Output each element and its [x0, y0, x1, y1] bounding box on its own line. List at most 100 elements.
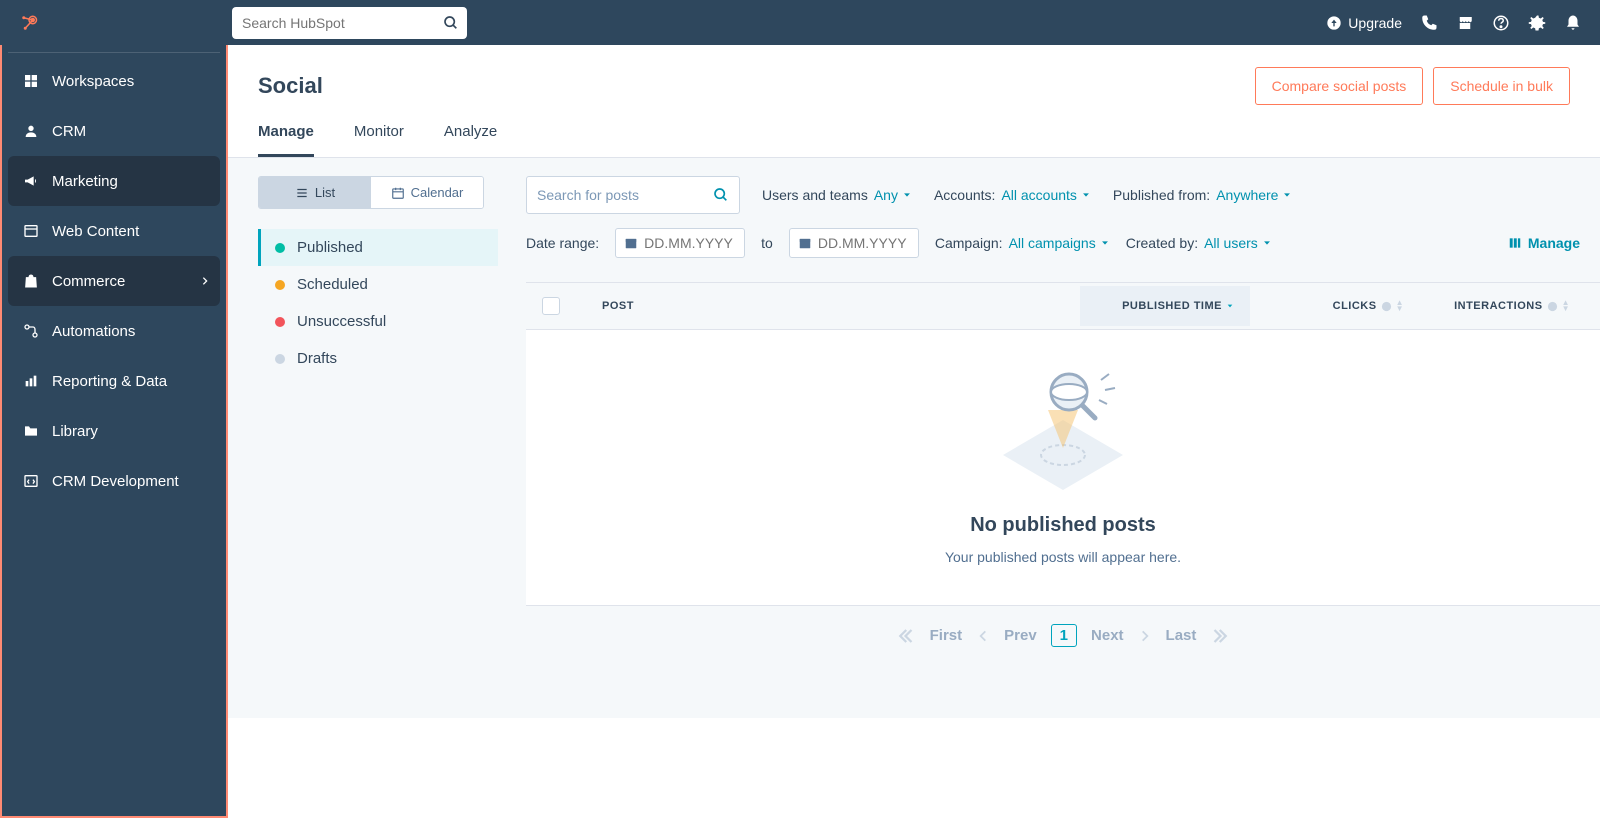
created-by-dropdown[interactable]: All users — [1204, 235, 1272, 251]
gear-icon[interactable] — [1528, 14, 1546, 32]
created-by-label: Created by: — [1126, 235, 1198, 251]
sort-down-icon — [1226, 302, 1234, 310]
sidebar-item-label: Automations — [52, 323, 135, 340]
sidebar-item-automations[interactable]: Automations — [8, 306, 220, 356]
upgrade-icon — [1326, 15, 1342, 31]
pager-next[interactable]: Next — [1091, 627, 1124, 644]
page-title: Social — [258, 73, 323, 99]
first-double-chevron-icon[interactable] — [898, 627, 916, 645]
pager-last[interactable]: Last — [1166, 627, 1197, 644]
calendar-icon — [624, 236, 638, 250]
topbar: Upgrade — [0, 0, 1600, 45]
prev-chevron-icon[interactable] — [976, 629, 990, 643]
status-dot-icon — [275, 280, 285, 290]
topbar-right: Upgrade — [1326, 14, 1600, 32]
view-toggle: List Calendar — [258, 176, 484, 209]
tab-monitor[interactable]: Monitor — [354, 123, 404, 157]
status-label: Published — [297, 239, 363, 256]
folder-icon — [22, 422, 40, 440]
hubspot-logo-icon[interactable] — [20, 14, 38, 32]
status-label: Drafts — [297, 350, 337, 367]
tab-manage[interactable]: Manage — [258, 123, 314, 157]
status-unsuccessful[interactable]: Unsuccessful — [258, 303, 498, 340]
sidebar-item-crm[interactable]: CRM — [8, 106, 220, 156]
sidebar-item-label: Marketing — [52, 173, 118, 190]
status-drafts[interactable]: Drafts — [258, 340, 498, 377]
marketplace-icon[interactable] — [1456, 14, 1474, 32]
col-published-time[interactable]: PUBLISHED TIME — [1080, 286, 1250, 326]
tab-analyze[interactable]: Analyze — [444, 123, 497, 157]
phone-icon[interactable] — [1420, 14, 1438, 32]
bag-icon — [22, 272, 40, 290]
logo-slot — [0, 14, 228, 32]
post-search[interactable] — [526, 176, 740, 214]
date-to-field[interactable] — [818, 235, 910, 251]
pager-prev[interactable]: Prev — [1004, 627, 1037, 644]
date-from-field[interactable] — [644, 235, 736, 251]
pager-current[interactable]: 1 — [1051, 624, 1077, 647]
campaign-dropdown[interactable]: All campaigns — [1009, 235, 1110, 251]
columns-icon — [1508, 236, 1522, 250]
pager-first[interactable]: First — [930, 627, 963, 644]
upgrade-button[interactable]: Upgrade — [1326, 15, 1402, 31]
calendar-icon — [798, 236, 812, 250]
chart-icon — [22, 372, 40, 390]
sidebar-item-reporting[interactable]: Reporting & Data — [8, 356, 220, 406]
flow-icon — [22, 322, 40, 340]
view-calendar-button[interactable]: Calendar — [371, 177, 483, 208]
calendar-icon — [391, 186, 405, 200]
post-search-input[interactable] — [527, 187, 739, 203]
info-icon — [1547, 301, 1558, 312]
bell-icon[interactable] — [1564, 14, 1582, 32]
view-list-button[interactable]: List — [259, 177, 371, 208]
users-teams-dropdown[interactable]: Any — [874, 187, 912, 203]
help-icon[interactable] — [1492, 14, 1510, 32]
date-from-input[interactable] — [615, 228, 745, 258]
grid-icon — [22, 72, 40, 90]
sort-icon: ▲▼ — [1396, 300, 1404, 312]
sidebar-item-web-content[interactable]: Web Content — [8, 206, 220, 256]
pagination: First Prev 1 Next Last — [526, 606, 1600, 665]
global-search-input[interactable] — [232, 15, 467, 31]
empty-subtext: Your published posts will appear here. — [526, 549, 1600, 565]
sidebar-item-label: CRM — [52, 123, 86, 140]
global-search[interactable] — [232, 7, 467, 39]
sidebar-item-commerce[interactable]: Commerce — [8, 256, 220, 306]
status-published[interactable]: Published — [258, 229, 498, 266]
col-post[interactable]: POST — [586, 286, 1080, 326]
sort-icon: ▲▼ — [1562, 300, 1570, 312]
schedule-bulk-button[interactable]: Schedule in bulk — [1433, 67, 1570, 105]
sidebar-item-crm-dev[interactable]: CRM Development — [8, 456, 220, 506]
status-scheduled[interactable]: Scheduled — [258, 266, 498, 303]
sidebar-item-marketing[interactable]: Marketing — [8, 156, 220, 206]
accounts-dropdown[interactable]: All accounts — [1001, 187, 1090, 203]
col-interactions[interactable]: INTERACTIONS ▲▼ — [1420, 286, 1600, 326]
empty-illustration-icon — [993, 360, 1133, 490]
upgrade-label: Upgrade — [1348, 15, 1402, 31]
sidebar-item-library[interactable]: Library — [8, 406, 220, 456]
campaign-label: Campaign: — [935, 235, 1003, 251]
view-calendar-label: Calendar — [411, 185, 464, 200]
sidebar-item-workspaces[interactable]: Workspaces — [8, 56, 220, 106]
info-icon — [1381, 301, 1392, 312]
search-icon — [713, 187, 729, 203]
sidebar-item-label: CRM Development — [52, 473, 179, 490]
published-from-dropdown[interactable]: Anywhere — [1216, 187, 1292, 203]
compare-posts-button[interactable]: Compare social posts — [1255, 67, 1424, 105]
sidebar-item-label: Library — [52, 423, 98, 440]
last-double-chevron-icon[interactable] — [1210, 627, 1228, 645]
search-icon — [443, 15, 459, 31]
next-chevron-icon[interactable] — [1138, 629, 1152, 643]
sidebar-item-label: Workspaces — [52, 73, 134, 90]
empty-heading: No published posts — [526, 514, 1600, 537]
sidebar-item-label: Reporting & Data — [52, 373, 167, 390]
date-range-label: Date range: — [526, 235, 599, 251]
manage-columns-link[interactable]: Manage — [1508, 235, 1600, 251]
date-to-input[interactable] — [789, 228, 919, 258]
col-clicks[interactable]: CLICKS ▲▼ — [1250, 286, 1420, 326]
select-all-checkbox[interactable] — [542, 297, 560, 315]
tabs: Manage Monitor Analyze — [228, 105, 1600, 158]
main-content: Social Compare social posts Schedule in … — [228, 45, 1600, 818]
megaphone-icon — [22, 172, 40, 190]
list-icon — [295, 186, 309, 200]
